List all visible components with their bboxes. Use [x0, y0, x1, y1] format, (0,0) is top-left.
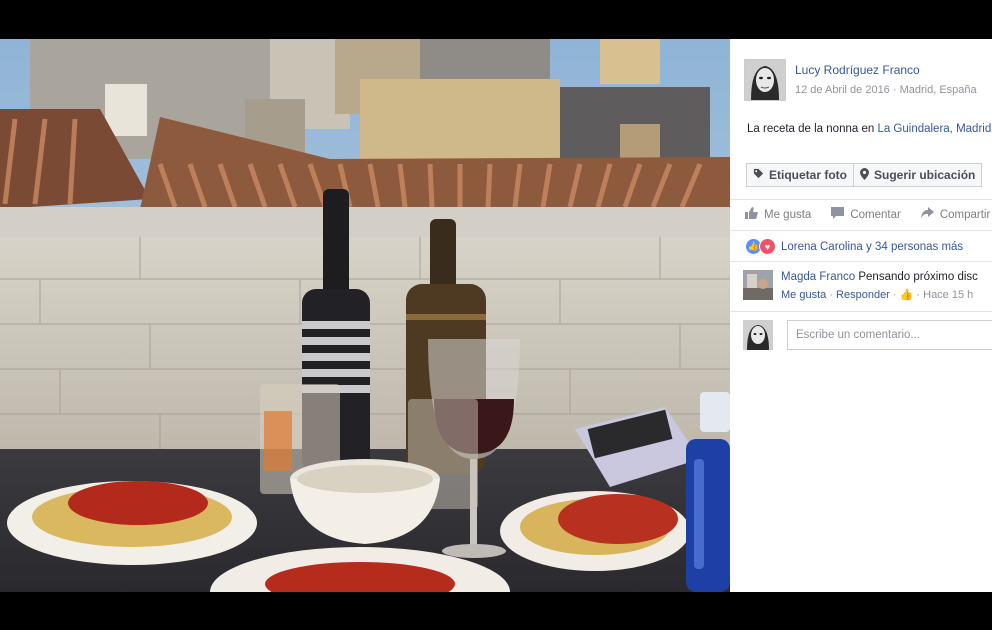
love-reaction-icon: ♥: [759, 238, 776, 255]
post-date[interactable]: 12 de Abril de 2016: [795, 84, 890, 96]
comment-reply-link[interactable]: Responder: [836, 289, 890, 301]
map-pin-icon: [860, 167, 869, 183]
commenter-avatar[interactable]: [743, 270, 773, 300]
comment-separator: ·: [913, 289, 924, 301]
like-button[interactable]: Me gusta: [745, 207, 811, 222]
suggest-location-button[interactable]: Sugerir ubicación: [854, 163, 983, 187]
divider: [730, 199, 992, 200]
share-label: Compartir: [939, 208, 991, 221]
post-actions: Me gusta Comentar Compartir: [745, 207, 992, 222]
post-photo[interactable]: [0, 39, 730, 592]
tag-photo-button[interactable]: Etiquetar foto: [746, 163, 854, 187]
tag-icon: [753, 168, 764, 182]
meta-separator: ·: [889, 84, 900, 96]
caption-text: La receta de la nonna en: [747, 123, 878, 135]
comment-label: Comentar: [850, 208, 901, 221]
like-label: Me gusta: [764, 208, 812, 221]
comment-actions: Me gusta · Responder · 👍 · Hace 15 h: [781, 288, 978, 301]
thumbs-up-icon: [745, 207, 758, 222]
post-caption: La receta de la nonna en La Guindalera, …: [747, 123, 991, 135]
post-meta: 12 de Abril de 2016 · Madrid, España: [795, 84, 977, 96]
current-user-avatar: [743, 320, 773, 350]
comment-separator: ·: [826, 289, 837, 301]
comment-timestamp[interactable]: Hace 15 h: [923, 289, 973, 301]
reactions-text[interactable]: Lorena Carolina y 34 personas más: [781, 241, 963, 253]
share-arrow-icon: [920, 207, 934, 222]
comment-input[interactable]: Escribe un comentario...: [787, 320, 992, 350]
divider: [730, 261, 992, 262]
comment-button[interactable]: Comentar: [831, 207, 901, 222]
tag-photo-label: Etiquetar foto: [769, 168, 847, 182]
comment-composer: Escribe un comentario...: [743, 320, 992, 350]
commenter-name[interactable]: Magda Franco: [781, 271, 855, 283]
comment-item: Magda Franco Pensando próximo disc Me gu…: [743, 270, 978, 301]
divider: [730, 311, 992, 312]
comment-text: Pensando próximo disc: [858, 271, 978, 283]
post-location[interactable]: Madrid, España: [900, 84, 977, 96]
comment-like-count-icon: 👍: [899, 289, 914, 301]
comment-like-link[interactable]: Me gusta: [781, 289, 826, 301]
share-button[interactable]: Compartir: [920, 207, 991, 222]
post-header: Lucy Rodríguez Franco 12 de Abril de 201…: [744, 59, 977, 101]
photo-action-buttons: Etiquetar foto Sugerir ubicación: [746, 163, 983, 187]
reactions-summary[interactable]: 👍 ♥ Lorena Carolina y 34 personas más: [745, 238, 963, 255]
suggest-location-label: Sugerir ubicación: [874, 168, 976, 182]
author-name[interactable]: Lucy Rodríguez Franco: [795, 63, 977, 77]
comment-separator: ·: [889, 289, 900, 301]
photo-viewer: Lucy Rodríguez Franco 12 de Abril de 201…: [0, 39, 992, 592]
author-avatar[interactable]: [744, 59, 786, 101]
speech-bubble-icon: [831, 207, 845, 222]
divider: [730, 230, 992, 231]
post-details-panel: Lucy Rodríguez Franco 12 de Abril de 201…: [730, 39, 992, 592]
caption-location-link[interactable]: La Guindalera, Madrid: [877, 123, 991, 135]
